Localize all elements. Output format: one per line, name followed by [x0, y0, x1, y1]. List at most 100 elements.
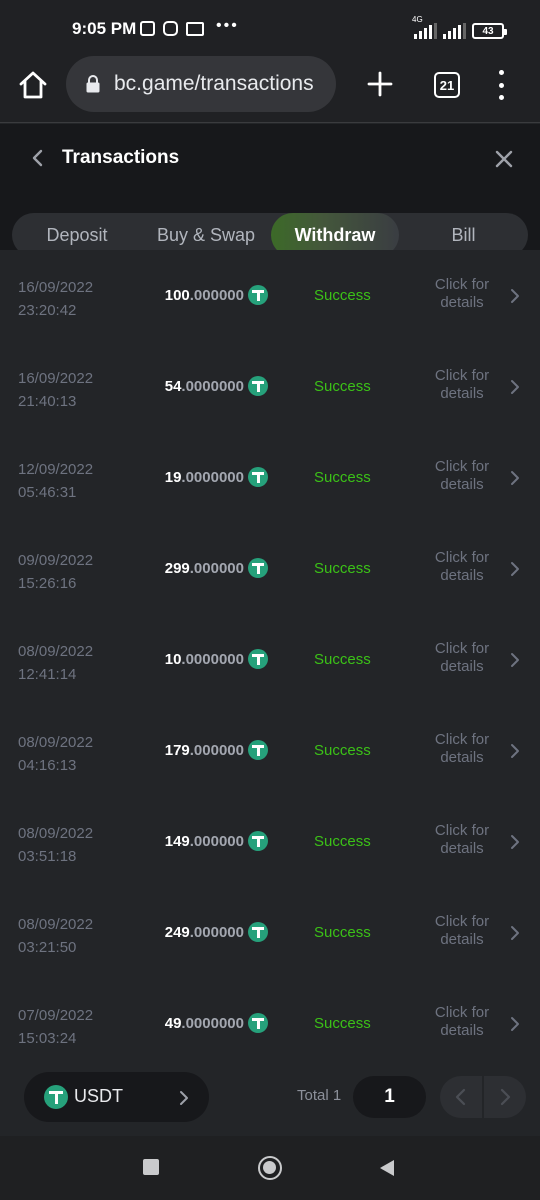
total-label: Total 1 [297, 1087, 342, 1104]
lock-icon [86, 75, 100, 93]
details-link[interactable]: Click for details [422, 1004, 502, 1040]
transaction-status: Success [314, 1015, 371, 1032]
more-notifications-icon: ••• [216, 16, 239, 34]
transaction-row[interactable]: 12/09/2022 05:46:31 19.0000000 Success Cl… [0, 432, 540, 523]
transaction-datetime: 16/09/2022 21:40:13 [18, 370, 94, 410]
transaction-list: 16/09/2022 23:20:42 100.000000 Success Cl… [0, 250, 540, 1060]
chevron-right-icon[interactable] [510, 561, 520, 577]
network-type: 4G [412, 15, 423, 24]
browser-menu-icon[interactable] [496, 70, 506, 100]
details-link[interactable]: Click for details [422, 731, 502, 767]
details-link[interactable]: Click for details [422, 822, 502, 858]
page-number[interactable]: 1 [353, 1076, 426, 1118]
transaction-row[interactable]: 08/09/2022 04:16:13 179.000000 Success Cl… [0, 705, 540, 796]
transaction-status: Success [314, 469, 371, 486]
tether-icon [248, 831, 268, 851]
transaction-row[interactable]: 09/09/2022 15:26:16 299.000000 Success Cl… [0, 523, 540, 614]
transaction-row[interactable]: 16/09/2022 23:20:42 100.000000 Success Cl… [0, 250, 540, 341]
notification-icons: ••• [140, 17, 239, 36]
status-time: 9:05 PM [72, 19, 137, 38]
transaction-amount: 100.000000 [164, 287, 244, 304]
details-link[interactable]: Click for details [422, 640, 502, 676]
app-notification-icon [140, 21, 155, 36]
chevron-right-icon[interactable] [510, 470, 520, 486]
home-icon[interactable] [18, 70, 48, 100]
transaction-row[interactable]: 16/09/2022 21:40:13 54.0000000 Success Cl… [0, 341, 540, 432]
transaction-status: Success [314, 560, 371, 577]
transaction-datetime: 12/09/2022 05:46:31 [18, 461, 94, 501]
pagination-controls [440, 1076, 526, 1118]
next-page-button[interactable] [484, 1076, 526, 1118]
chevron-right-icon[interactable] [510, 379, 520, 395]
address-bar[interactable]: bc.game/transactions [66, 56, 336, 112]
transaction-amount: 10.0000000 [164, 651, 244, 668]
close-icon[interactable] [494, 149, 514, 169]
details-link[interactable]: Click for details [422, 276, 502, 312]
transaction-row[interactable]: 08/09/2022 03:51:18 149.000000 Success Cl… [0, 796, 540, 887]
chevron-right-icon[interactable] [510, 834, 520, 850]
tether-icon [248, 285, 268, 305]
chevron-left-icon [455, 1088, 466, 1106]
transaction-datetime: 08/09/2022 12:41:14 [18, 643, 94, 683]
chevron-right-icon[interactable] [510, 743, 520, 759]
currency-selector[interactable]: USDT [24, 1072, 209, 1122]
recents-icon[interactable] [143, 1159, 159, 1175]
transaction-status: Success [314, 833, 371, 850]
tether-icon [248, 467, 268, 487]
tether-icon [248, 376, 268, 396]
currency-label: USDT [74, 1086, 123, 1106]
transaction-status: Success [314, 742, 371, 759]
card-icon [186, 21, 204, 36]
chevron-right-icon[interactable] [510, 652, 520, 668]
transaction-amount: 249.000000 [164, 924, 244, 941]
system-indicators: 4G 43 [412, 15, 507, 39]
system-nav-bar [0, 1136, 540, 1200]
signal-icon-2 [443, 23, 466, 39]
page-title: Transactions [62, 147, 180, 168]
transaction-row[interactable]: 08/09/2022 12:41:14 10.0000000 Success Cl… [0, 614, 540, 705]
back-chevron-icon[interactable] [30, 148, 46, 168]
new-tab-icon[interactable] [366, 70, 394, 98]
details-link[interactable]: Click for details [422, 549, 502, 585]
details-link[interactable]: Click for details [422, 913, 502, 949]
chevron-right-icon[interactable] [510, 925, 520, 941]
transaction-amount: 49.0000000 [164, 1015, 244, 1032]
transaction-datetime: 16/09/2022 23:20:42 [18, 279, 94, 319]
tether-icon [248, 922, 268, 942]
tether-icon [248, 649, 268, 669]
tether-icon [248, 740, 268, 760]
chevron-right-icon [500, 1088, 511, 1106]
tether-icon [248, 1013, 268, 1033]
transaction-status: Success [314, 924, 371, 941]
home-nav-icon[interactable] [258, 1156, 282, 1180]
tab-switcher-button[interactable]: 21 [434, 72, 460, 98]
chevron-right-icon [180, 1091, 188, 1105]
details-link[interactable]: Click for details [422, 458, 502, 494]
prev-page-button[interactable] [440, 1076, 482, 1118]
battery-icon: 43 [472, 23, 507, 39]
details-link[interactable]: Click for details [422, 367, 502, 403]
chevron-right-icon[interactable] [510, 288, 520, 304]
transaction-amount: 299.000000 [164, 560, 244, 577]
instagram-icon [163, 21, 178, 36]
transaction-datetime: 09/09/2022 15:26:16 [18, 552, 94, 592]
tether-icon [44, 1085, 68, 1109]
url-text: bc.game/transactions [114, 72, 314, 95]
list-footer: USDT Total 1 1 [0, 1060, 540, 1136]
transaction-amount: 54.0000000 [164, 378, 244, 395]
browser-toolbar: bc.game/transactions 21 [0, 46, 540, 123]
transaction-status: Success [314, 651, 371, 668]
transaction-datetime: 08/09/2022 04:16:13 [18, 734, 94, 774]
transaction-row[interactable]: 07/09/2022 15:03:24 49.0000000 Success Cl… [0, 978, 540, 1060]
signal-icon: 4G [412, 15, 437, 39]
transaction-row[interactable]: 08/09/2022 03:21:50 249.000000 Success Cl… [0, 887, 540, 978]
chevron-right-icon[interactable] [510, 1016, 520, 1032]
back-nav-icon[interactable] [378, 1158, 396, 1178]
transaction-status: Success [314, 378, 371, 395]
status-bar: 9:05 PM ••• 4G 43 [0, 0, 540, 46]
transaction-datetime: 07/09/2022 15:03:24 [18, 1007, 94, 1047]
transaction-amount: 149.000000 [164, 833, 244, 850]
tether-icon [248, 558, 268, 578]
transaction-datetime: 08/09/2022 03:21:50 [18, 916, 94, 956]
transaction-amount: 19.0000000 [164, 469, 244, 486]
